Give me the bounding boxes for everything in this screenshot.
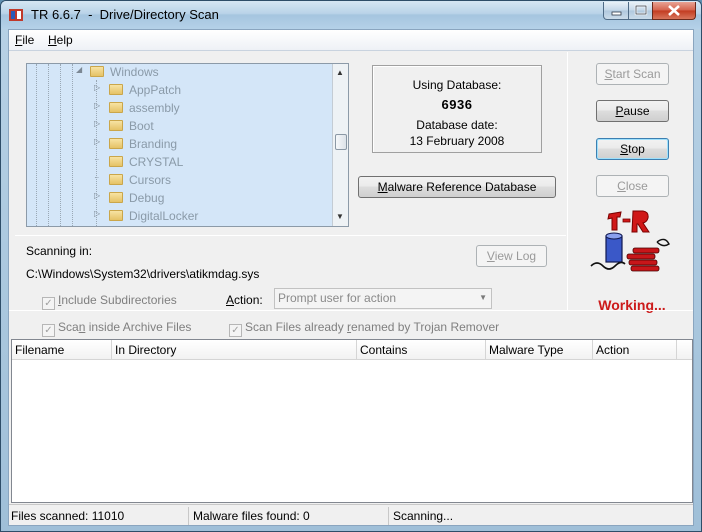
column-header-contains[interactable]: Contains — [357, 340, 486, 359]
database-date-label: Database date: — [416, 118, 498, 132]
maximize-icon — [634, 4, 648, 16]
checkmark-icon: ✓ — [229, 324, 242, 337]
close-button[interactable]: Close — [596, 175, 669, 197]
window-title: TR 6.6.7 - Drive/Directory Scan — [31, 7, 219, 22]
minimize-button[interactable] — [603, 2, 629, 20]
database-using-label: Using Database: — [412, 78, 502, 92]
column-header-malware-type[interactable]: Malware Type — [486, 340, 593, 359]
results-header: Filename In Directory Contains Malware T… — [12, 340, 692, 360]
view-log-button[interactable]: View Log — [476, 245, 547, 267]
checkmark-icon: ✓ — [42, 324, 55, 337]
folder-icon — [109, 120, 123, 131]
results-list[interactable]: Filename In Directory Contains Malware T… — [11, 339, 693, 503]
title-bar[interactable]: TR 6.6.7 - Drive/Directory Scan — [1, 1, 701, 29]
database-number: 6936 — [441, 97, 473, 112]
close-window-button[interactable] — [652, 2, 696, 20]
database-info-panel: Using Database: 6936 Database date: 13 F… — [372, 65, 542, 153]
tree-item-label: Debug — [129, 191, 165, 205]
application-window: TR 6.6.7 - Drive/Directory Scan File Hel… — [0, 0, 702, 532]
tree-item-label: DigitalLocker — [129, 209, 199, 223]
column-header-in-directory[interactable]: In Directory — [112, 340, 357, 359]
folder-icon — [109, 102, 123, 113]
app-icon — [9, 9, 23, 21]
folder-icon — [109, 138, 123, 149]
expand-icon[interactable]: ▷ — [94, 83, 100, 92]
action-label: Action: — [226, 293, 263, 307]
tree-item[interactable]: ·· CRYSTAL — [94, 155, 184, 173]
menu-file[interactable]: File — [15, 33, 34, 47]
close-icon — [668, 5, 680, 16]
vertical-divider — [567, 52, 568, 310]
malware-reference-database-button[interactable]: Malware Reference Database — [358, 176, 556, 198]
include-subdirectories-checkbox[interactable]: ✓ Include Subdirectories — [42, 293, 177, 310]
chevron-down-icon: ▼ — [479, 293, 487, 302]
status-files-scanned: Files scanned: 11010 — [9, 507, 189, 525]
tree-item[interactable]: ▷ Boot — [94, 119, 154, 137]
menu-help[interactable]: Help — [48, 33, 73, 47]
expand-icon[interactable]: ▷ — [94, 119, 100, 128]
options-divider — [9, 310, 693, 311]
folder-icon — [109, 174, 123, 185]
folder-tree[interactable]: ◢ Windows ▷ AppPatch ▷ assembly ▷ Boot ▷ Brandi… — [26, 63, 349, 227]
folder-icon — [109, 210, 123, 221]
tree-item-label: CRYSTAL — [129, 155, 184, 169]
maximize-button[interactable] — [628, 2, 653, 20]
tree-connector-icon: ·· — [94, 155, 100, 164]
status-malware-found: Malware files found: 0 — [191, 507, 389, 525]
tree-item[interactable]: ·· Cursors — [94, 173, 172, 191]
tree-connector-icon: ·· — [94, 173, 100, 182]
scroll-down-icon[interactable]: ▼ — [336, 212, 344, 221]
scanning-in-label: Scanning in: — [26, 244, 93, 258]
tree-item[interactable]: ▷ Debug — [94, 191, 165, 209]
folder-icon — [109, 84, 123, 95]
tree-item[interactable]: ▷ assembly — [94, 101, 180, 119]
pause-button[interactable]: Pause — [596, 100, 669, 122]
minimize-icon — [611, 11, 622, 16]
status-bar: Files scanned: 11010 Malware files found… — [9, 504, 693, 525]
tree-item-label: AppPatch — [129, 83, 182, 97]
tree-item-label: Boot — [129, 119, 154, 133]
tree-item-root[interactable]: ◢ Windows — [76, 65, 159, 83]
action-select[interactable]: Prompt user for action ▼ — [274, 288, 492, 309]
tree-item[interactable]: ▷ Branding — [94, 137, 178, 155]
current-scan-path: C:\Windows\System32\drivers\atikmdag.sys — [26, 267, 260, 281]
horizontal-divider — [15, 235, 566, 236]
tree-item-label: Branding — [129, 137, 178, 151]
folder-icon — [90, 66, 104, 77]
folder-icon — [109, 156, 123, 167]
stop-button[interactable]: Stop — [596, 138, 669, 160]
trojan-remover-logo — [590, 210, 670, 272]
start-scan-button[interactable]: Start Scan — [596, 63, 669, 85]
expand-icon[interactable]: ▷ — [94, 209, 100, 218]
scroll-up-icon[interactable]: ▲ — [336, 68, 344, 77]
tree-scrollbar[interactable]: ▲ ▼ — [332, 64, 348, 226]
checkmark-icon: ✓ — [42, 297, 55, 310]
status-state: Scanning... — [393, 509, 454, 523]
tree-item-label: assembly — [129, 101, 180, 115]
menu-bar: File Help — [9, 30, 693, 51]
tree-item[interactable]: ▷ AppPatch — [94, 83, 182, 101]
scan-archive-files-checkbox[interactable]: ✓ Scan inside Archive Files — [42, 320, 191, 337]
database-date: 13 February 2008 — [409, 134, 505, 148]
folder-icon — [109, 192, 123, 203]
expand-icon[interactable]: ▷ — [94, 101, 100, 110]
dialog-client-area: File Help ◢ Windows ▷ AppPatch ▷ assembly ▷ B… — [8, 29, 694, 526]
scroll-thumb[interactable] — [335, 134, 347, 150]
expand-icon[interactable]: ▷ — [94, 191, 100, 200]
column-header-filename[interactable]: Filename — [12, 340, 112, 359]
tree-item-label: Cursors — [129, 173, 172, 187]
column-header-action[interactable]: Action — [593, 340, 677, 359]
expand-icon[interactable]: ▷ — [94, 137, 100, 146]
tree-item[interactable]: ▷ DigitalLocker — [94, 209, 199, 226]
scan-renamed-files-checkbox[interactable]: ✓ Scan Files already renamed by Trojan Re… — [229, 320, 499, 337]
collapse-icon[interactable]: ◢ — [76, 65, 82, 74]
